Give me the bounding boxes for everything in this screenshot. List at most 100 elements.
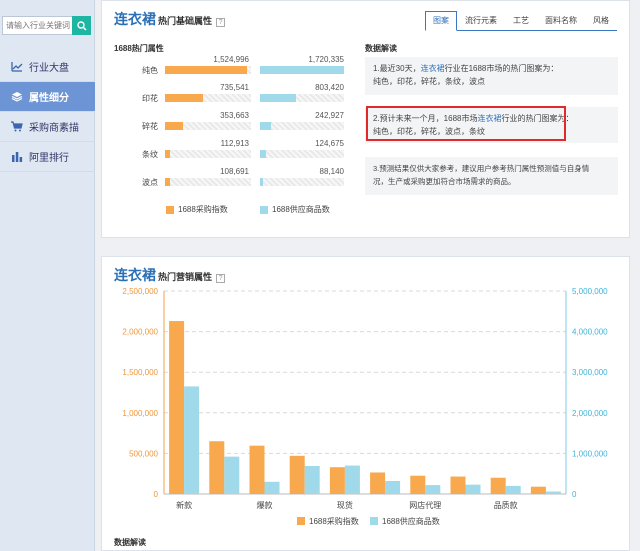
search-input[interactable]: [2, 16, 72, 35]
sidebar-item-industry[interactable]: 行业大盘: [0, 52, 95, 82]
note-highlight: 连衣裙: [420, 64, 445, 73]
bars-icon: [10, 151, 23, 163]
search-button[interactable]: [72, 16, 91, 35]
y-left-tick-label: 1,000,000: [122, 409, 158, 418]
tab-craft[interactable]: 工艺: [505, 11, 537, 30]
chart-icon: [10, 61, 23, 73]
search-icon: [76, 20, 87, 31]
help-icon[interactable]: ?: [216, 274, 226, 283]
panel-title: 连衣裙 热门基础属性 ?: [114, 9, 226, 29]
supply-bar: [344, 465, 360, 494]
supply-bar-track: [260, 122, 344, 130]
panel-title-category: 连衣裙: [114, 11, 156, 27]
tab-pattern[interactable]: 图案: [425, 11, 457, 31]
supply-bar: [304, 465, 320, 494]
purchase-bar-track: [165, 150, 251, 158]
supply-bar: [545, 491, 561, 494]
tab-fabric[interactable]: 面料名称: [537, 11, 585, 30]
y-left-tick-label: 2,000,000: [122, 328, 158, 337]
marketing-bar-chart: 0 500,000 1,000,000 1,500,000 2,000,000 2,500…: [122, 287, 608, 526]
highlight-box: [366, 106, 566, 141]
y-right-tick-label: 4,000,000: [572, 328, 608, 337]
sidebar-item-buyers[interactable]: 采购商素描: [0, 112, 95, 142]
supply-bar: [260, 122, 271, 130]
y-right-tick-label: 0: [572, 490, 577, 499]
tab-trend[interactable]: 流行元素: [457, 11, 505, 30]
purchase-bar: [370, 472, 386, 494]
y-right-tick-label: 3,000,000: [572, 368, 608, 377]
purchase-bar: [490, 477, 506, 494]
sidebar-item-ranking[interactable]: 阿里排行: [0, 142, 95, 172]
purchase-bar: [209, 441, 225, 494]
legend-swatch-purchase: [297, 517, 305, 525]
supply-bar-track: [260, 178, 344, 186]
basic-attributes-panel: 连衣裙 热门基础属性 ? 图案 流行元素 工艺 面料名称 风格 1688热门属性…: [101, 0, 630, 238]
purchase-bar-track: [165, 122, 251, 130]
note-line: 3.预测结果仅供大家参考，建议用户参考热门属性预测值与自身情: [373, 164, 590, 173]
help-icon[interactable]: ?: [216, 18, 226, 27]
x-tick-label: 现货: [337, 500, 353, 510]
attribute-label: 条纹: [142, 150, 158, 159]
supply-bar-track: [260, 66, 344, 74]
y-left-tick-label: 500,000: [129, 449, 158, 458]
supply-bar: [224, 456, 240, 494]
panel-title-category: 连衣裙: [114, 267, 156, 283]
layers-icon: [10, 91, 23, 103]
y-left-tick-label: 1,500,000: [122, 368, 158, 377]
note-line: 纯色，印花，碎花，条纹，波点: [373, 77, 485, 86]
insight-note-3: 3.预测结果仅供大家参考，建议用户参考热门属性预测值与自身情 况，生产或采购更加…: [365, 157, 618, 195]
supply-bar: [260, 66, 344, 74]
purchase-bar: [450, 476, 466, 494]
note-line: 1.最近30天，连衣裙行业在1688市场的热门图案为：: [373, 62, 610, 75]
legend-swatch-supply: [370, 517, 378, 525]
supply-count-value: 242,927: [315, 111, 344, 120]
supply-bar: [505, 485, 521, 494]
purchase-bar-track: [165, 178, 251, 186]
y-left-tick-label: 0: [154, 490, 159, 499]
attribute-label: 印花: [142, 94, 158, 103]
supply-bar: [264, 481, 280, 494]
y-right-tick-label: 5,000,000: [572, 287, 608, 296]
search-box: [2, 16, 92, 35]
sidebar-item-attributes[interactable]: 属性细分: [0, 82, 95, 112]
sidebar-item-label: 采购商素描: [29, 123, 79, 134]
x-tick-label: 网店代理: [409, 500, 441, 510]
data-insight-heading: 数据解读: [365, 44, 397, 53]
legend-label: 1688供应商品数: [272, 205, 330, 214]
y-right-tick-label: 2,000,000: [572, 409, 608, 418]
insight-note-1: 1.最近30天，连衣裙行业在1688市场的热门图案为： 纯色，印花，碎花，条纹，…: [365, 57, 618, 95]
purchase-bar-track: [165, 66, 251, 74]
tab-style[interactable]: 风格: [585, 11, 617, 30]
supply-bar: [260, 178, 264, 186]
x-tick-label: 新款: [176, 500, 192, 510]
hot-attributes-heading: 1688热门属性: [114, 44, 164, 53]
attribute-tabs: 图案 流行元素 工艺 面料名称 风格: [425, 11, 617, 31]
panel-title-text: 热门基础属性: [158, 16, 213, 26]
supply-bar-track: [260, 94, 344, 102]
supply-bar-track: [260, 150, 344, 158]
cart-icon: [10, 121, 23, 133]
purchase-bar: [169, 321, 185, 494]
purchase-bar: [165, 178, 171, 186]
attribute-label: 碎花: [142, 122, 158, 131]
purchase-bar-track: [165, 94, 251, 102]
sidebar-item-label: 行业大盘: [29, 63, 69, 74]
supply-bar: [184, 386, 200, 494]
supply-count-value: 1,720,335: [308, 55, 344, 64]
purchase-bar: [289, 455, 305, 494]
note-text: 1.最近30天，: [373, 64, 421, 73]
sidebar-item-label: 阿里排行: [29, 153, 69, 164]
purchase-bar: [165, 150, 171, 158]
attribute-label: 波点: [142, 178, 158, 187]
supply-count-value: 124,675: [315, 139, 344, 148]
purchase-bar: [165, 94, 203, 102]
purchase-bar: [530, 486, 546, 494]
legend-label: 1688采购指数: [178, 205, 228, 214]
sidebar-item-label: 属性细分: [29, 93, 69, 104]
sidebar: 行业大盘 属性细分 采购商素描 阿里排行: [0, 0, 95, 551]
purchase-index-value: 1,524,996: [213, 55, 249, 64]
legend-purchase: 1688采购指数: [166, 204, 228, 215]
purchase-bar: [165, 66, 247, 74]
supply-bar: [385, 481, 401, 494]
marketing-attributes-panel: 连衣裙 热门营销属性 ? 0 500,000 1,000,000 1,500,000 2…: [101, 256, 630, 551]
